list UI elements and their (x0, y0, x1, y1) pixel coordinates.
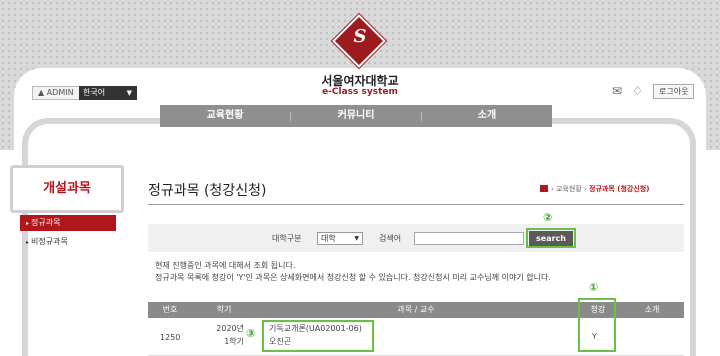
home-icon[interactable] (540, 185, 548, 192)
breadcrumb-item[interactable]: 교육현황 (556, 185, 582, 193)
keyword-label: 검색어 (379, 234, 402, 243)
breadcrumb: › 교육현황 › 정규과목 (청강신청) (540, 184, 700, 194)
bullet-arrow-icon: ▸ (26, 239, 30, 246)
highlight-course (262, 320, 374, 352)
column-header-semester: 학기 (216, 305, 232, 314)
sidebar-item-regular-courses[interactable]: ▸ 정규과목 (20, 215, 116, 231)
user-icon: ▲ (38, 88, 45, 97)
row-year: 2020년 (216, 324, 244, 333)
chevron-down-icon: ▼ (126, 89, 132, 97)
page-title: 정규과목 (청강신청) (148, 183, 267, 199)
category-select[interactable]: 대학 ▼ (317, 232, 363, 245)
column-header-intro: 소개 (644, 305, 660, 314)
nav-item-community[interactable]: 커뮤니티 (291, 105, 421, 127)
row-term: 1학기 (224, 337, 244, 346)
admin-badge[interactable]: ▲ ADMIN (32, 86, 80, 100)
mail-icon[interactable]: ✉ (612, 84, 622, 98)
sidebar-title: 개설과목 (10, 165, 124, 213)
logout-button[interactable]: 로그아웃 (653, 84, 695, 99)
notice-line: 현재 진행중인 과목에 대해서 조회 됩니다. (155, 261, 296, 270)
annotation-marker-3: ③ (246, 327, 256, 340)
bullet-arrow-icon: ▸ (26, 220, 30, 227)
annotation-marker-1: ① (589, 281, 599, 294)
nav-item-education-status[interactable]: 교육현황 (160, 105, 290, 127)
nav-item-about[interactable]: 소개 (422, 105, 552, 127)
category-value: 대학 (321, 234, 336, 243)
sidebar-item-label: 비정규과목 (31, 237, 68, 246)
category-label: 대학구분 (272, 234, 302, 243)
annotation-marker-2: ② (543, 211, 553, 224)
logo-monogram: S (353, 26, 367, 47)
system-name: e-Class system (322, 87, 398, 97)
title-divider (148, 204, 684, 205)
row-number: 1250 (160, 333, 181, 342)
sidebar-item-non-regular-courses[interactable]: ▸ 비정규과목 (20, 234, 116, 250)
column-header-number: 번호 (162, 305, 178, 314)
notice-line: 정규과목 목록에 청강이 'Y'인 과목은 상세화면에서 청강신청 할 수 있습… (155, 273, 551, 282)
column-header-course: 과목 / 교수 (397, 305, 435, 314)
language-select[interactable]: 한국어 ▼ (79, 86, 137, 100)
language-value: 한국어 (83, 88, 106, 97)
sidebar-item-label: 정규과목 (31, 218, 61, 227)
header-icons: ✉ ♢ (612, 84, 653, 98)
chevron-down-icon: ▼ (354, 235, 359, 242)
global-nav: 교육현황 커뮤니티 소개 (160, 105, 552, 127)
bell-icon[interactable]: ♢ (632, 84, 643, 98)
keyword-input[interactable] (414, 232, 524, 245)
highlight-audit-column (578, 298, 616, 352)
highlight-search-button (526, 228, 576, 248)
breadcrumb-current: 정규과목 (청강신청) (589, 185, 650, 193)
search-panel: 대학구분 대학 ▼ 검색어 search (148, 224, 684, 252)
admin-label: ADMIN (46, 88, 74, 97)
